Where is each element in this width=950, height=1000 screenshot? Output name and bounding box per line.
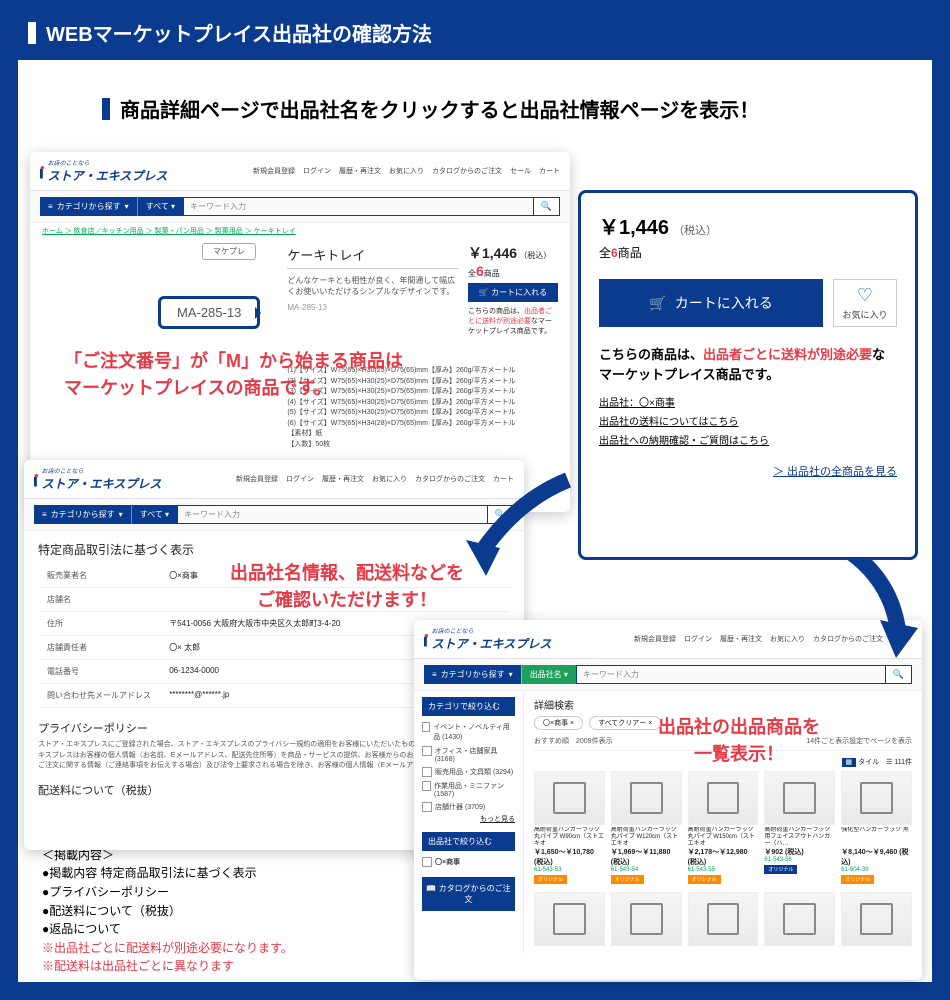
product-title: ケーキトレイ	[287, 245, 458, 269]
marketplace-pill: マケプレ	[202, 243, 256, 260]
main-panel: 商品詳細ページで出品社名をクリックすると出品社情報ページを表示！ ●▌お店のこと…	[18, 60, 932, 982]
filter-tag[interactable]: 〇×商事 ×	[534, 716, 583, 730]
category-button[interactable]: ≡ カテゴリから探す ▾	[34, 505, 131, 524]
callout-seller-products: 出品社の出品商品を 一覧表示！	[658, 714, 820, 768]
search-bar: ≡ カテゴリから探す ▾ すべて ▾ キーワード入力 🔍	[30, 191, 570, 223]
search-scope[interactable]: すべて ▾	[137, 197, 183, 216]
product-card[interactable]: 高耐荷重ハンガーラック丸パイプ W90cm（ストエキオ￥1,650～￥10,78…	[534, 771, 605, 884]
zoom-seller-links: 出品社：〇×商事 出品社の送料についてはこちら 出品社への納期確認・ご質問はこち…	[599, 394, 897, 451]
product-code: MA-285-13	[287, 303, 458, 312]
heart-icon: ♡	[857, 285, 873, 306]
callout-order-number: 「ご注文番号」が「M」から始まる商品は マーケットプレイスの商品です。	[64, 348, 403, 402]
subheader-bar-icon	[102, 98, 110, 120]
link-history[interactable]: 履歴・再注文	[339, 166, 381, 176]
link-login[interactable]: ログイン	[303, 166, 331, 176]
product-desc: どんなケーキとも相性が良く、年間通して幅広くお使いいただけるシンプルなデザインで…	[287, 275, 458, 297]
logo-text: ストア・エキスプレス	[48, 169, 168, 183]
zoom-price: ￥1,446	[599, 217, 669, 239]
marketplace-note-mini: こちらの商品は、出品者ごとに送料が別途必要なマーケットプレイス商品です。	[468, 306, 558, 336]
product-card[interactable]: 強化型ハンガーラック 黒￥8,140～￥9,460 (税込)61-604-39オ…	[841, 771, 912, 884]
link-sale[interactable]: セール	[510, 166, 531, 176]
order-code-bubble: MA-285-13	[158, 296, 260, 329]
seller-filter-check[interactable]: 〇×商事	[422, 855, 515, 869]
zoom-price-panel: ￥1,446（税込） 全6商品 🛒カートに入れる ♡お気に入り こちらの商品は、…	[578, 190, 918, 560]
store-logo: ●▌お店のことならストア・エキスプレス	[40, 158, 167, 184]
breadcrumb[interactable]: ホーム ＞ 飲食店／キッチン用品 ＞ 製菓・パン用品 ＞ 製菓用品 ＞ ケーキト…	[30, 223, 570, 239]
clear-filters[interactable]: すべてクリアー ×	[589, 716, 661, 730]
shot1-topbar: ●▌お店のことならストア・エキスプレス 新規会員登録 ログイン 履歴・再注文 お…	[30, 152, 570, 191]
search-icon[interactable]: 🔍	[534, 197, 560, 216]
seller-shipping-link[interactable]: 出品社の送料についてはこちら	[599, 417, 739, 428]
filter-check[interactable]: 作業用品・ミニファン (1587)	[422, 779, 515, 800]
price: ￥1,446	[468, 245, 517, 261]
seller-name-link[interactable]: 出品社：〇×商事	[599, 398, 675, 409]
product-thumb	[534, 771, 605, 825]
zoom-count: 全6商品	[599, 244, 897, 261]
filter-check[interactable]: オフィス・店舗家具 (3168)	[422, 744, 515, 765]
filter-check[interactable]: 店舗什器 (3709)	[422, 800, 515, 814]
arrow-icon	[458, 470, 578, 590]
page-header: WEBマーケットプレイス出品社の確認方法	[0, 0, 950, 61]
seller-all-products-link[interactable]: ＞ 出品社の全商品を見る	[599, 463, 897, 479]
screenshot-product-page: ●▌お店のことならストア・エキスプレス 新規会員登録 ログイン 履歴・再注文 お…	[30, 152, 570, 512]
list-title: 詳細検索	[534, 697, 912, 712]
search-scope-seller[interactable]: 出品社名 ▾	[521, 665, 576, 684]
view-tile-icon[interactable]: ▦	[842, 758, 857, 767]
zoom-favorite-button[interactable]: ♡お気に入り	[833, 279, 897, 327]
search-input[interactable]: キーワード入力	[183, 197, 534, 216]
header-title: WEBマーケットプレイス出品社の確認方法	[46, 24, 432, 46]
add-to-cart-button[interactable]: 🛒 カートに入れる	[468, 283, 558, 302]
product-grid: 高耐荷重ハンガーラック丸パイプ W90cm（ストエキオ￥1,650～￥10,78…	[534, 771, 912, 884]
catalog-order-button[interactable]: 📖 カタログからのご注文	[422, 877, 515, 911]
screenshot-product-list: ●▌お店のことならストア・エキスプレス 新規会員登録ログイン履歴・再注文お気に入…	[414, 620, 922, 980]
store-logo: ●▌お店のことならストア・エキスプレス	[34, 466, 161, 492]
product-card[interactable]: 高耐荷重ハンガーラック丸パイプ W120cm（ストエキオ￥1,969～￥11,8…	[611, 771, 682, 884]
callout-seller-info: 出品社名情報、配送料などを ご確認いただけます！	[230, 560, 464, 614]
filter-more-link[interactable]: もっと見る	[422, 814, 515, 824]
logo-mark-icon: ●▌	[40, 165, 46, 177]
link-fav[interactable]: お気に入り	[389, 166, 424, 176]
top-links: 新規会員登録 ログイン 履歴・再注文 お気に入り カタログからのご注文 セール …	[253, 166, 560, 176]
zoom-marketplace-note: こちらの商品は、出品者ごとに送料が別途必要なマーケットプレイス商品です。	[599, 345, 897, 384]
link-cart[interactable]: カート	[539, 166, 560, 176]
page-info: 14件ごと表示設定でページを表示	[806, 736, 912, 746]
seller-inquiry-link[interactable]: 出品社への納期確認・ご質問はこちら	[599, 436, 769, 447]
filter-check[interactable]: 販売用品・文具類 (3294)	[422, 765, 515, 779]
zoom-add-to-cart-button[interactable]: 🛒カートに入れる	[599, 279, 823, 327]
filter-check[interactable]: イベント・ノベルティ用品 (1430)	[422, 720, 515, 744]
footer-notes: ＜掲載内容＞ ●掲載内容 特定商品取引法に基づく表示 ●プライバシーポリシー ●…	[42, 846, 293, 976]
sub-header-text: 商品詳細ページで出品社名をクリックすると出品社情報ページを表示！	[120, 100, 759, 122]
header-bar-icon	[28, 22, 36, 44]
sort-info: おすすめ順 2009件表示	[534, 736, 613, 746]
link-signup[interactable]: 新規会員登録	[253, 166, 295, 176]
link-catalog-order[interactable]: カタログからのご注文	[432, 166, 502, 176]
filter-sidebar: カテゴリで絞り込む イベント・ノベルティ用品 (1430) オフィス・店舗家具 …	[414, 691, 524, 954]
view-list-icon[interactable]: ☰	[886, 759, 892, 766]
sub-header: 商品詳細ページで出品社名をクリックすると出品社情報ページを表示！	[102, 94, 908, 123]
category-button[interactable]: ≡ カテゴリから探す ▾	[40, 197, 137, 216]
product-card[interactable]: 高耐荷重ハンガーラック用フェイスアウトハンガー（ハ…￥902 (税込)61-54…	[764, 771, 835, 884]
cart-icon: 🛒	[649, 295, 666, 312]
store-logo: ●▌お店のことならストア・エキスプレス	[424, 626, 551, 652]
product-card[interactable]: 高耐荷重ハンガーラック丸パイプ W150cm（ストエキオ￥2,178～￥12,9…	[688, 771, 759, 884]
category-button[interactable]: ≡ カテゴリから探す ▾	[424, 665, 521, 684]
